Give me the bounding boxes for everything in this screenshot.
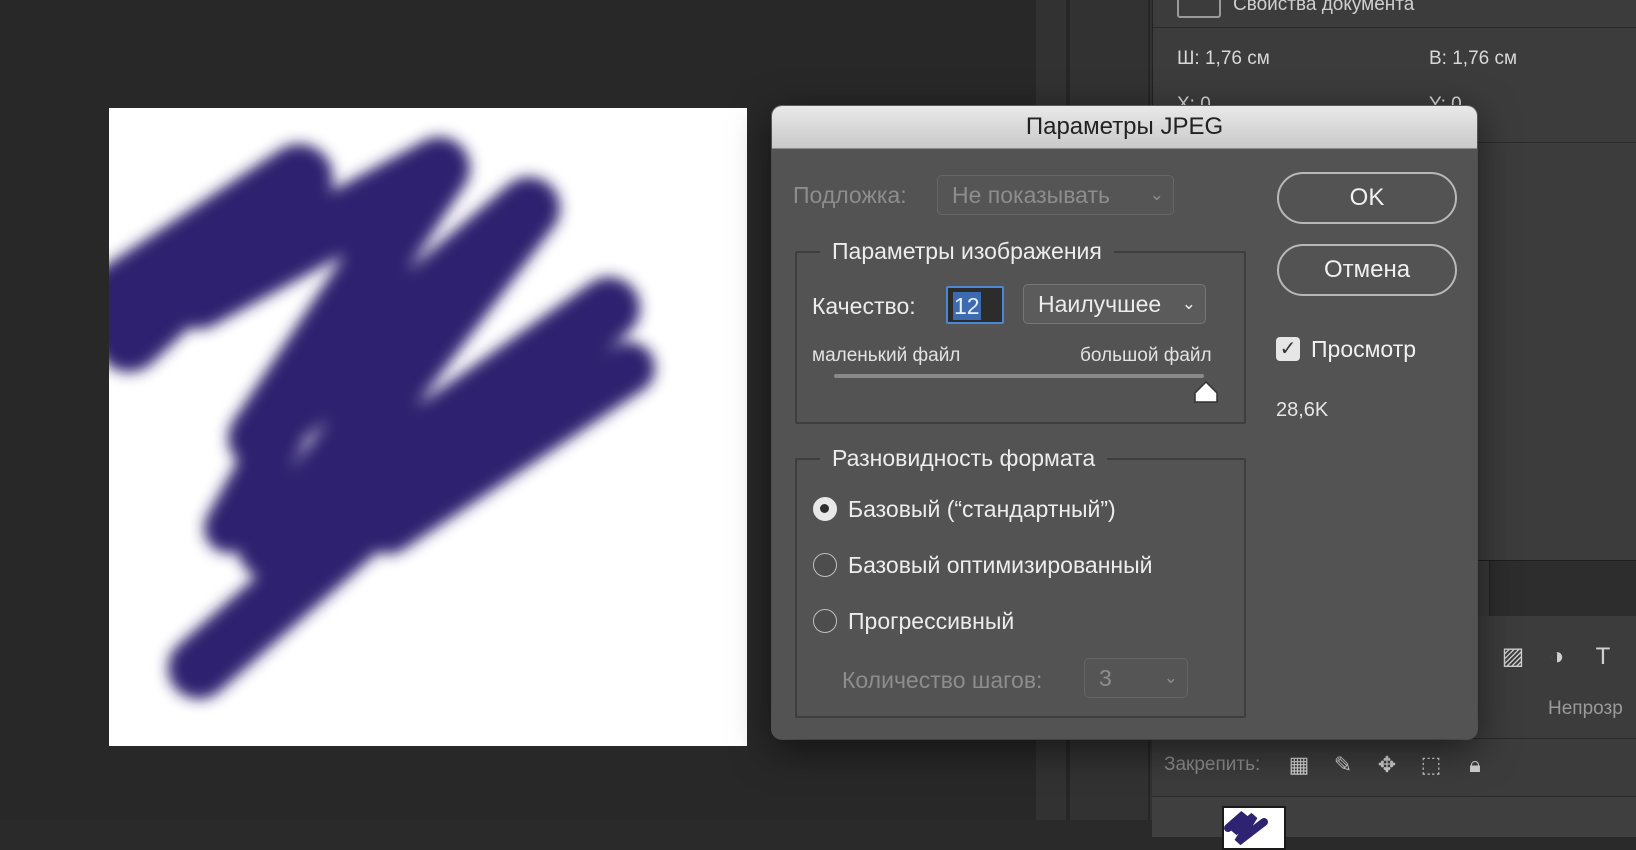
- properties-header: Свойства документа: [1233, 0, 1415, 15]
- matte-value: Не показывать: [952, 182, 1110, 208]
- quality-preset-value: Наилучшее: [1038, 291, 1162, 317]
- adjustment-icon[interactable]: ◑: [1544, 644, 1570, 670]
- slider-thumb-icon: [1194, 380, 1218, 403]
- baseline-standard-label[interactable]: Базовый (“стандартный”): [848, 496, 1116, 523]
- quality-value: 12: [953, 292, 981, 320]
- file-size-value: 28,6K: [1276, 399, 1329, 421]
- ok-button[interactable]: OK: [1277, 172, 1457, 224]
- dialog-titlebar[interactable]: Параметры JPEG: [772, 106, 1477, 149]
- baseline-optimized-label[interactable]: Базовый оптимизированный: [848, 552, 1153, 579]
- chevron-down-icon: ⌄: [1181, 294, 1196, 313]
- height-value[interactable]: В: 1,76 см: [1429, 48, 1517, 70]
- opacity-label: Непрозр: [1548, 698, 1623, 719]
- quality-slider-track[interactable]: [834, 374, 1204, 378]
- large-file-label: большой файл: [1080, 345, 1212, 366]
- lock-artboard-icon[interactable]: ⬚: [1418, 752, 1444, 778]
- image-icon[interactable]: ▨: [1500, 644, 1526, 670]
- lock-transparent-icon[interactable]: ▦: [1286, 752, 1312, 778]
- lock-paint-icon[interactable]: ✎: [1330, 752, 1356, 778]
- preview-label[interactable]: Просмотр: [1311, 336, 1416, 363]
- small-file-label: маленький файл: [812, 345, 961, 366]
- scans-value: 3: [1099, 665, 1112, 691]
- type-icon[interactable]: T: [1590, 644, 1616, 670]
- image-options-legend: Параметры изображения: [820, 238, 1114, 265]
- divider: [1153, 27, 1636, 28]
- scans-label: Количество шагов:: [842, 667, 1043, 693]
- lock-label: Закрепить:: [1164, 754, 1261, 775]
- width-value[interactable]: Ш: 1,76 см: [1177, 48, 1270, 70]
- quality-preset-select[interactable]: Наилучшее ⌄: [1023, 284, 1206, 324]
- document-canvas[interactable]: [109, 108, 747, 746]
- lock-move-icon[interactable]: ✥: [1374, 752, 1400, 778]
- quality-slider-thumb[interactable]: [1193, 380, 1219, 409]
- image-options-group: [795, 251, 1246, 424]
- cancel-button[interactable]: Отмена: [1277, 244, 1457, 296]
- dialog-title: Параметры JPEG: [1025, 113, 1224, 140]
- matte-select: Не показывать ⌄: [937, 175, 1174, 215]
- format-options-legend: Разновидность формата: [820, 445, 1108, 472]
- matte-label: Подложка:: [793, 182, 907, 208]
- quality-label: Качество:: [812, 293, 916, 319]
- baseline-standard-radio[interactable]: [813, 497, 837, 521]
- document-icon: [1177, 0, 1221, 18]
- lock-all-icon[interactable]: 🔒︎: [1462, 752, 1488, 778]
- scribble-image: [109, 137, 655, 699]
- scans-select: 3 ⌄: [1084, 658, 1188, 698]
- layer-thumbnail: [1222, 806, 1286, 850]
- preview-checkbox[interactable]: ✓: [1276, 337, 1300, 361]
- chevron-down-icon: ⌄: [1163, 668, 1178, 687]
- baseline-optimized-radio[interactable]: [813, 553, 837, 577]
- quality-input[interactable]: 12: [946, 286, 1004, 324]
- progressive-label[interactable]: Прогрессивный: [848, 608, 1014, 635]
- chevron-down-icon: ⌄: [1149, 185, 1164, 204]
- progressive-radio[interactable]: [813, 609, 837, 633]
